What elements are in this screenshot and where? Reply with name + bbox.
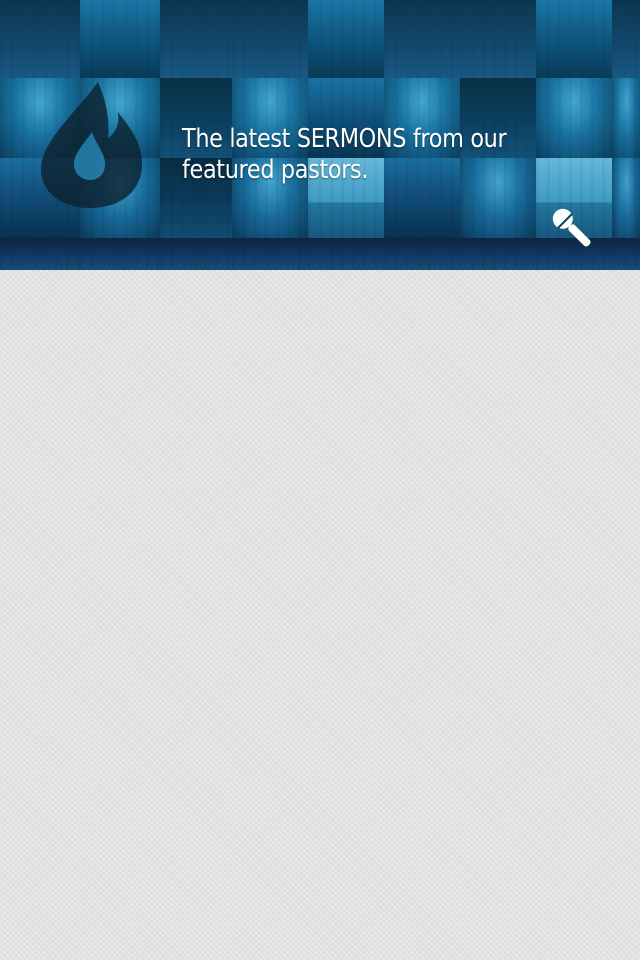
sermon-list-area: [0, 270, 640, 960]
header-banner: The latest SERMONS from our featured pas…: [0, 0, 640, 270]
flame-drop-icon: [40, 82, 142, 208]
page-headline: The latest SERMONS from our featured pas…: [182, 124, 507, 185]
microphone-icon[interactable]: [546, 202, 598, 254]
